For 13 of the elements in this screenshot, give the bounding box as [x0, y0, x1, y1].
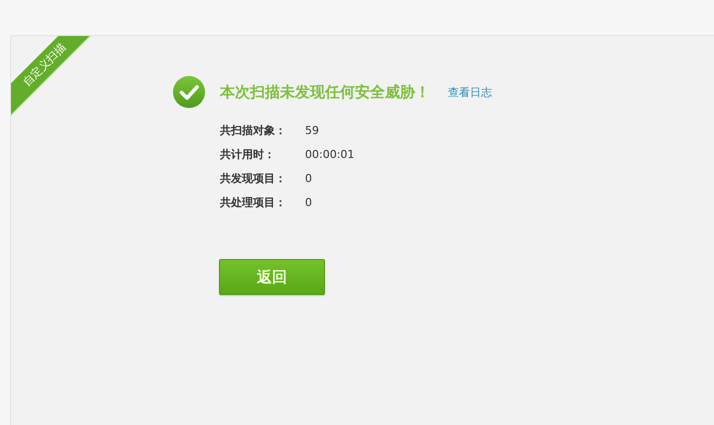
back-button[interactable]: 返回	[219, 259, 325, 295]
stat-value: 0	[305, 172, 312, 184]
stat-label: 共计用时：	[220, 146, 276, 162]
checkmark-icon	[173, 76, 205, 108]
stat-value: 0	[305, 196, 312, 208]
stat-label: 共扫描对象：	[220, 122, 287, 138]
view-log-link[interactable]: 查看日志	[448, 84, 492, 100]
stat-label: 共发现项目：	[220, 170, 287, 186]
ribbon-label: 自定义扫描	[20, 40, 70, 90]
stat-label: 共处理项目：	[220, 194, 287, 210]
result-title: 本次扫描未发现任何安全威胁！	[220, 82, 430, 102]
stat-value: 59	[305, 124, 319, 136]
stat-value: 00:00:01	[305, 148, 354, 160]
